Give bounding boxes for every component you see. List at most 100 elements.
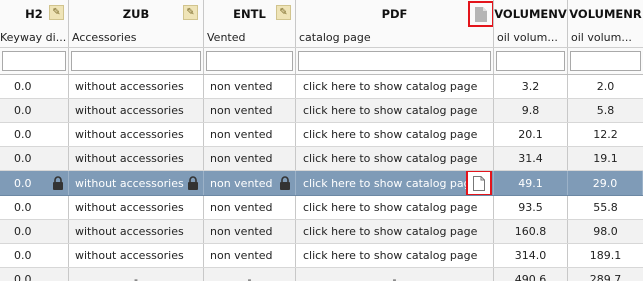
cell-entl[interactable]: non vented (204, 123, 296, 146)
column-header-zub[interactable]: ZUB ✎ (69, 0, 204, 27)
filter-cell (494, 48, 568, 74)
cell-volumenr[interactable]: 19.1 (568, 147, 643, 170)
pencil-icon[interactable]: ✎ (276, 5, 291, 20)
cell-h2[interactable]: 0.0 (0, 147, 69, 170)
pencil-icon[interactable]: ✎ (183, 5, 198, 20)
table-row[interactable]: 0.0 without accessories non vented click… (0, 99, 643, 123)
filter-row (0, 48, 643, 75)
table-row[interactable]: 0.0 without accessories non vented click… (0, 244, 643, 268)
table-row[interactable]: 0.0 - - - 490.6 289.7 (0, 268, 643, 281)
cell-zub[interactable]: without accessories (69, 75, 204, 98)
cell-pdf[interactable]: click here to show catalog page (296, 123, 494, 146)
document-icon (473, 175, 485, 191)
column-title: H2 (25, 6, 43, 21)
cell-volumenv[interactable]: 9.8 (494, 99, 568, 122)
cell-h2[interactable]: 0.0 (0, 171, 69, 195)
cell-volumenv[interactable]: 490.6 (494, 268, 568, 281)
column-subtitle: Vented (204, 27, 296, 47)
cell-h2[interactable]: 0.0 (0, 268, 69, 281)
column-header-h2[interactable]: H2 ✎ (0, 0, 69, 27)
table-row[interactable]: 0.0 without accessories non vented click… (0, 220, 643, 244)
column-header-pdf[interactable]: PDF (296, 0, 494, 27)
cell-zub[interactable]: without accessories (69, 220, 204, 243)
cell-volumenr[interactable]: 12.2 (568, 123, 643, 146)
filter-cell (296, 48, 494, 74)
open-pdf-button[interactable] (466, 171, 492, 195)
column-title: ZUB (122, 6, 150, 21)
filter-input-volumenv[interactable] (496, 51, 565, 71)
cell-h2[interactable]: 0.0 (0, 75, 69, 98)
cell-volumenr[interactable]: 289.7 (568, 268, 643, 281)
column-subtitle: oil volum... (494, 27, 568, 47)
cell-pdf[interactable]: click here to show catalog page (296, 75, 494, 98)
cell-volumenr[interactable]: 29.0 (568, 171, 643, 195)
cell-volumenr[interactable]: 5.8 (568, 99, 643, 122)
cell-volumenr[interactable]: 55.8 (568, 196, 643, 219)
table-row[interactable]: 0.0 without accessories non vented click… (0, 196, 643, 220)
cell-entl[interactable]: non vented (204, 147, 296, 170)
cell-volumenv[interactable]: 20.1 (494, 123, 568, 146)
cell-pdf[interactable]: click here to show catalog page (296, 171, 494, 195)
cell-h2[interactable]: 0.0 (0, 123, 69, 146)
table-row[interactable]: 0.0 without accessories non vented click… (0, 123, 643, 147)
filter-input-volumenr[interactable] (570, 51, 641, 71)
cell-h2[interactable]: 0.0 (0, 196, 69, 219)
cell-entl[interactable]: non vented (204, 244, 296, 267)
filter-cell (204, 48, 296, 74)
cell-volumenv[interactable]: 31.4 (494, 147, 568, 170)
header-subtitle-row: Keyway di... Accessories Vented catalog … (0, 27, 643, 48)
cell-volumenv[interactable]: 49.1 (494, 171, 568, 195)
column-header-volumenv[interactable]: VOLUMENV (494, 0, 568, 27)
cell-entl[interactable]: non vented (204, 171, 296, 195)
column-title: VOLUMENV (494, 6, 567, 21)
cell-pdf[interactable]: click here to show catalog page (296, 196, 494, 219)
cell-entl[interactable]: non vented (204, 99, 296, 122)
cell-volumenv[interactable]: 314.0 (494, 244, 568, 267)
cell-value: without accessories (75, 176, 184, 190)
cell-entl[interactable]: - (204, 268, 296, 281)
filter-input-zub[interactable] (71, 51, 201, 71)
cell-h2[interactable]: 0.0 (0, 220, 69, 243)
cell-zub[interactable]: without accessories (69, 244, 204, 267)
cell-volumenr[interactable]: 2.0 (568, 75, 643, 98)
cell-volumenv[interactable]: 93.5 (494, 196, 568, 219)
cell-zub[interactable]: without accessories (69, 123, 204, 146)
table-row[interactable]: 0.0 without accessories non vented click… (0, 147, 643, 171)
cell-volumenv[interactable]: 160.8 (494, 220, 568, 243)
cell-volumenv[interactable]: 3.2 (494, 75, 568, 98)
column-subtitle: Accessories (69, 27, 204, 47)
cell-volumenr[interactable]: 98.0 (568, 220, 643, 243)
cell-pdf[interactable]: click here to show catalog page (296, 147, 494, 170)
filter-input-h2[interactable] (2, 51, 66, 71)
cell-pdf[interactable]: click here to show catalog page (296, 244, 494, 267)
cell-h2[interactable]: 0.0 (0, 99, 69, 122)
cell-value: click here to show catalog page (303, 176, 478, 190)
column-header-entl[interactable]: ENTL ✎ (204, 0, 296, 27)
cell-zub[interactable]: without accessories (69, 171, 204, 195)
cell-entl[interactable]: non vented (204, 220, 296, 243)
column-subtitle: Keyway di... (0, 27, 69, 47)
pdf-header-button[interactable] (468, 1, 493, 27)
cell-pdf[interactable]: - (296, 268, 494, 281)
pencil-icon[interactable]: ✎ (49, 5, 64, 20)
column-title: PDF (381, 6, 408, 21)
data-grid: H2 ✎ ZUB ✎ ENTL ✎ PDF VOLUMENV VOLUMENR (0, 0, 643, 281)
lock-icon (188, 176, 198, 190)
table-row[interactable]: 0.0 without accessories non vented click… (0, 75, 643, 99)
cell-zub[interactable]: without accessories (69, 99, 204, 122)
filter-cell (69, 48, 204, 74)
cell-pdf[interactable]: click here to show catalog page (296, 220, 494, 243)
cell-zub[interactable]: - (69, 268, 204, 281)
cell-entl[interactable]: non vented (204, 75, 296, 98)
cell-entl[interactable]: non vented (204, 196, 296, 219)
filter-input-pdf[interactable] (298, 51, 491, 71)
cell-zub[interactable]: without accessories (69, 196, 204, 219)
cell-pdf[interactable]: click here to show catalog page (296, 99, 494, 122)
filter-input-entl[interactable] (206, 51, 293, 71)
cell-h2[interactable]: 0.0 (0, 244, 69, 267)
column-header-volumenr[interactable]: VOLUMENR (568, 0, 643, 27)
table-row-selected[interactable]: 0.0 without accessories non vented click… (0, 171, 643, 196)
lock-icon (280, 176, 290, 190)
cell-volumenr[interactable]: 189.1 (568, 244, 643, 267)
cell-zub[interactable]: without accessories (69, 147, 204, 170)
